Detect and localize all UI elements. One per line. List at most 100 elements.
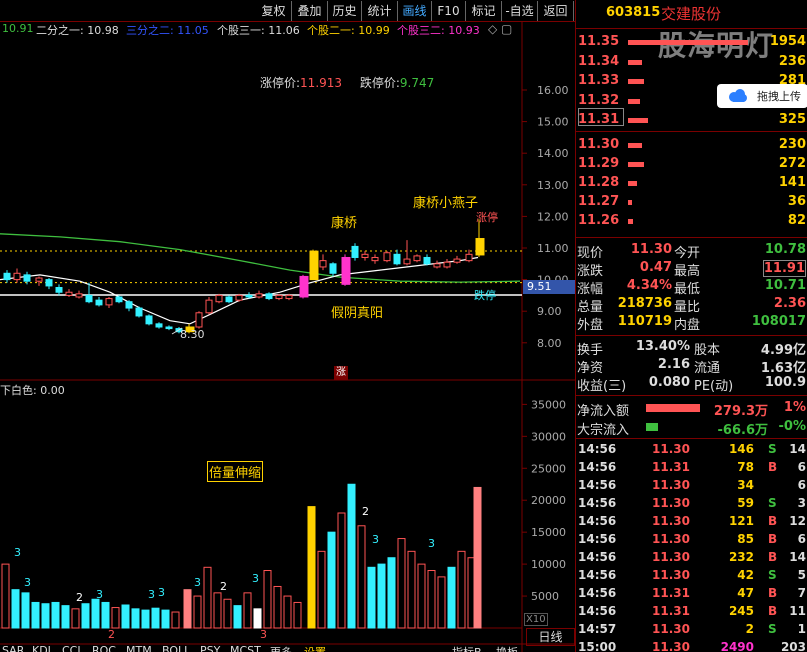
bid-row[interactable]: 11.27 36 — [576, 193, 807, 212]
volume-tick-label: 10000 — [531, 558, 566, 571]
volume-bar — [317, 550, 326, 629]
tick-volume: 232 — [728, 550, 754, 564]
quote-label: 外盘 — [577, 318, 604, 333]
tab-kdj[interactable]: KDJ — [32, 644, 51, 652]
quote-row: 涨幅 4.34% 最低 10.71 — [576, 278, 807, 297]
tab-mtm[interactable]: MTM — [126, 644, 152, 652]
candle-body — [55, 287, 63, 293]
order-price: 11.32 — [578, 92, 620, 108]
volume-bar — [151, 607, 160, 629]
volume-tick-label: 20000 — [531, 494, 566, 507]
volume-bar — [397, 538, 406, 629]
tab-daily[interactable]: 日线 — [526, 628, 575, 646]
tick-row: 14:56 11.31 47 B 7 — [576, 585, 807, 603]
candle-body — [299, 275, 309, 298]
selected-price-box — [578, 108, 624, 126]
quote-label: 流通 — [694, 361, 721, 376]
upload-label: 拖拽上传 — [757, 90, 801, 103]
volume-bar — [417, 563, 426, 629]
tick-time: 14:56 — [578, 478, 617, 492]
count-label: 3 — [96, 588, 103, 601]
tab-roc[interactable]: ROC — [92, 644, 116, 652]
candle-body — [309, 250, 319, 281]
candle-body — [393, 253, 401, 265]
quote-label: 总量 — [577, 300, 604, 315]
cloud-icon — [729, 89, 747, 102]
tab-indicator-b[interactable]: 指标B — [452, 644, 482, 652]
flow-bar — [646, 423, 658, 431]
divider — [576, 131, 807, 132]
tab-psy[interactable]: PSY — [200, 644, 220, 652]
tab-settings[interactable]: 设置 — [304, 644, 326, 652]
volume-bar — [473, 486, 482, 629]
volume-bar — [447, 566, 456, 629]
bid-row[interactable]: 11.28 141 — [576, 174, 807, 193]
candle-body — [65, 291, 73, 296]
tick-row: 14:56 11.31 245 B 11 — [576, 603, 807, 621]
volume-tick-label: 35000 — [531, 398, 566, 411]
limit-down-label: 跌停价: — [359, 76, 400, 90]
order-volume: 141 — [778, 175, 806, 190]
volume-bar — [307, 506, 316, 629]
bid-row[interactable]: 11.30 230 — [576, 136, 807, 155]
tick-count: 14 — [789, 442, 806, 456]
quote-value: 218736 — [617, 296, 672, 311]
candle-body — [225, 296, 233, 303]
candle-body — [165, 326, 173, 330]
price-tick-label: 14.00 — [537, 147, 569, 160]
tick-row: 15:00 11.30 2490 203 — [576, 639, 807, 652]
zoom-button[interactable]: X10 — [524, 613, 548, 626]
period-mark-3: 3 — [260, 628, 267, 641]
legend-toggle-icon[interactable]: ◇ ▢ — [488, 22, 512, 36]
volume-tick-label: 25000 — [531, 462, 566, 475]
order-volume: 272 — [778, 156, 806, 171]
bid-row[interactable]: 11.26 82 — [576, 212, 807, 231]
tab-cci[interactable]: CCI — [62, 644, 81, 652]
candle-body — [285, 294, 293, 300]
candle-body — [155, 323, 163, 328]
ask-row[interactable]: 11.35 1954 — [576, 33, 807, 52]
legend-stock-half: 个股二一: 10.99 — [307, 24, 390, 37]
candle-body — [383, 252, 391, 262]
order-bar — [628, 118, 648, 123]
price-tick-label: 11.00 — [537, 242, 569, 255]
quote-label: 现价 — [577, 246, 604, 261]
tab-sar[interactable]: SAR — [2, 644, 24, 652]
tick-count: 6 — [797, 532, 806, 546]
flow-row: 大宗流入 -66.6万 -0% — [576, 419, 807, 438]
candle-body — [351, 245, 359, 258]
tab-more[interactable]: 更多 — [270, 644, 292, 652]
tick-price: 11.30 — [652, 568, 690, 582]
count-label: 3 — [24, 576, 31, 589]
volume-annotation: 倍量伸缩 — [207, 461, 264, 482]
tick-count: 11 — [789, 604, 806, 618]
upload-popup[interactable]: 拖拽上传 — [717, 84, 807, 108]
quote-label: 今开 — [674, 246, 701, 261]
volume-tick-label: 5000 — [531, 590, 559, 603]
volume-bar — [81, 603, 90, 629]
candle-body — [235, 294, 243, 301]
order-price: 11.26 — [578, 213, 620, 228]
kline-chart[interactable]: 16.0015.0014.0013.0012.0011.0010.009.008… — [0, 0, 575, 652]
volume-bar — [171, 611, 180, 629]
tab-boll[interactable]: BOLL — [162, 644, 190, 652]
order-bar — [628, 59, 642, 65]
order-volume: 82 — [787, 213, 806, 228]
volume-tick-label: 30000 — [531, 430, 566, 443]
flow-row: 净流入额 279.3万 1% — [576, 400, 807, 419]
volume-bar — [387, 557, 396, 629]
tick-time: 14:56 — [578, 568, 617, 582]
tick-time: 15:00 — [578, 640, 617, 652]
ask-row[interactable]: 11.34 236 — [576, 53, 807, 72]
volume-bar — [161, 609, 170, 629]
candle-body — [329, 263, 337, 274]
quote-value: 13.40% — [635, 339, 690, 354]
limit-up-marker[interactable]: 涨 — [334, 366, 348, 380]
order-bar — [628, 143, 642, 148]
bid-row[interactable]: 11.29 272 — [576, 155, 807, 174]
tick-price: 11.30 — [652, 442, 690, 456]
tab-switch-board[interactable]: 换板 — [496, 644, 518, 652]
price-tick-label: 12.00 — [537, 210, 569, 223]
count-label: 3 — [148, 588, 155, 601]
tab-mcst[interactable]: MCST — [230, 644, 261, 652]
